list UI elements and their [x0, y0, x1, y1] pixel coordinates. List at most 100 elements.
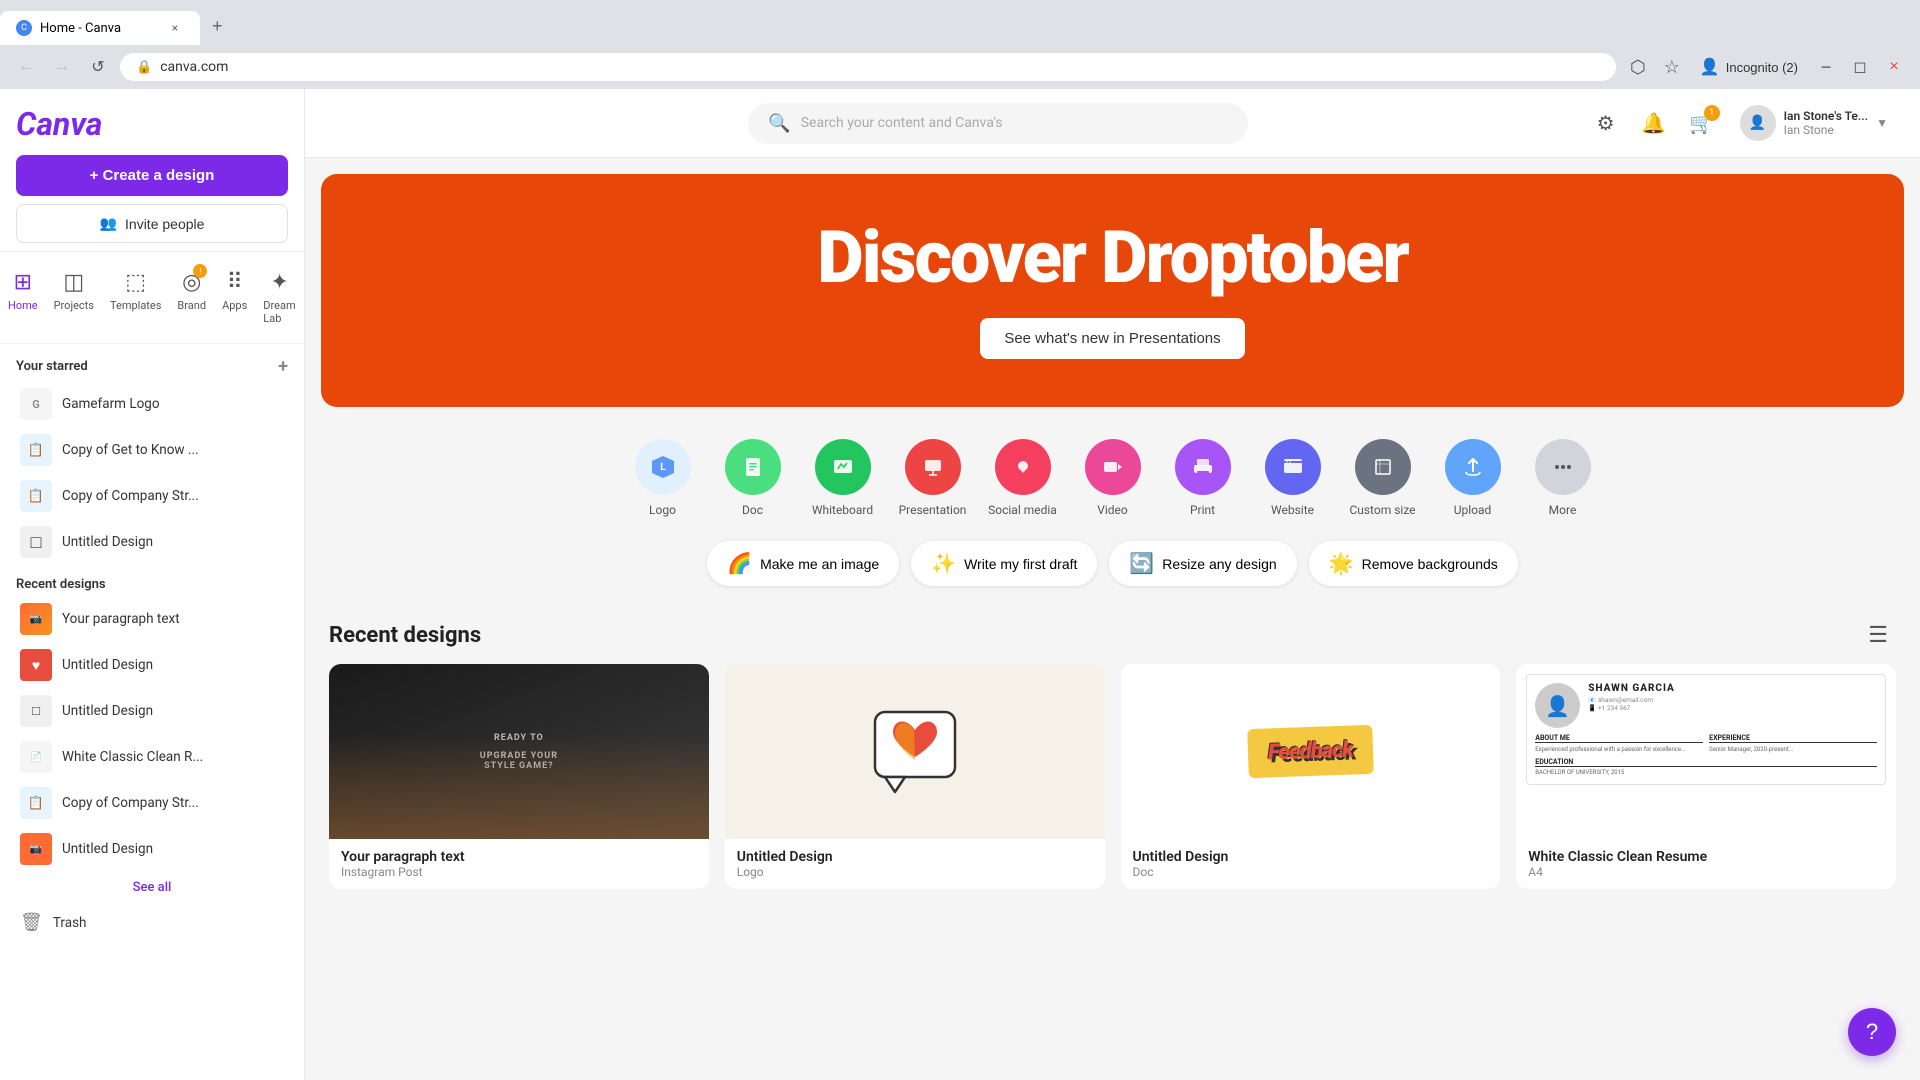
starred-item-gamefarm-icon: G	[20, 388, 52, 420]
recent-item-untitled1[interactable]: ♥ Untitled Design	[4, 643, 300, 687]
new-tab-button[interactable]: +	[204, 8, 231, 45]
cart-badge: 1	[1704, 105, 1720, 121]
sidebar-item-templates[interactable]: ⬚ Templates	[102, 260, 169, 335]
sidebar: Canva + Create a design 👥 Invite people …	[0, 89, 305, 1080]
recent-item-white-classic[interactable]: 📄 White Classic Clean R...	[4, 735, 300, 779]
quick-action-social-media[interactable]: Social media	[988, 439, 1058, 517]
quick-action-website-label: Website	[1271, 503, 1314, 517]
quick-action-whiteboard-label: Whiteboard	[812, 503, 873, 517]
quick-action-website[interactable]: Website	[1258, 439, 1328, 517]
search-bar[interactable]: 🔍 Search your content and Canva's	[748, 103, 1248, 144]
ai-write-draft-label: Write my first draft	[964, 556, 1077, 572]
main-header: 🔍 Search your content and Canva's ⚙ 🔔 🛒 …	[305, 89, 1920, 158]
recent-item-paragraph-icon: 📷	[20, 603, 52, 635]
quick-action-more[interactable]: More	[1528, 439, 1598, 517]
sidebar-item-home[interactable]: ⊞ Home	[0, 260, 46, 335]
settings-button[interactable]: ⚙	[1588, 105, 1624, 141]
extensions-button[interactable]: ⬡	[1624, 53, 1652, 81]
sidebar-nav: ⊞ Home ◫ Projects ⬚ Templates ◎ ! Brand …	[0, 251, 304, 344]
quick-action-whiteboard[interactable]: Whiteboard	[808, 439, 878, 517]
ai-prompts: 🌈 Make me an image ✨ Write my first draf…	[305, 533, 1920, 602]
invite-label: Invite people	[125, 216, 204, 232]
browser-profile-button[interactable]: 👤 Incognito (2)	[1692, 53, 1806, 81]
print-icon	[1175, 439, 1231, 495]
more-icon	[1535, 439, 1591, 495]
cart-button-wrap: 🛒 1	[1684, 105, 1720, 141]
help-fab-button[interactable]: ?	[1848, 1008, 1896, 1056]
quick-action-doc[interactable]: Doc	[718, 439, 788, 517]
recent-item-untitled2[interactable]: □ Untitled Design	[4, 689, 300, 733]
quick-action-print[interactable]: Print	[1168, 439, 1238, 517]
bookmark-button[interactable]: ☆	[1658, 53, 1686, 81]
upload-icon	[1445, 439, 1501, 495]
remove-bg-icon: 🌟	[1329, 551, 1354, 576]
recent-item-untitled3-label: Untitled Design	[62, 841, 284, 857]
nav-reload-button[interactable]: ↺	[84, 53, 112, 81]
sidebar-item-brand[interactable]: ◎ ! Brand	[169, 260, 214, 335]
nav-extras: ⬡ ☆ 👤 Incognito (2) − ◻ ×	[1624, 53, 1908, 81]
quick-actions: L Logo Doc Whiteboard Presenta	[305, 423, 1920, 533]
url-bar[interactable]: 🔒 canva.com	[120, 53, 1616, 81]
recent-item-untitled2-icon: □	[20, 695, 52, 727]
design-thumb-feedback: Feedback	[1121, 664, 1501, 839]
ai-write-draft-button[interactable]: ✨ Write my first draft	[911, 541, 1097, 586]
active-tab[interactable]: C Home - Canva ×	[0, 11, 200, 45]
design-card-feedback[interactable]: Feedback Untitled Design Doc	[1121, 664, 1501, 889]
sidebar-top: Canva + Create a design 👥 Invite people	[0, 89, 304, 251]
quick-action-video-label: Video	[1097, 503, 1128, 517]
recent-item-copy-company2[interactable]: 📋 Copy of Company Str...	[4, 781, 300, 825]
design-card-paragraph[interactable]: READY TO UPGRADE YOUR STYLE GAME? Your p…	[329, 664, 709, 889]
invite-people-button[interactable]: 👥 Invite people	[16, 204, 288, 243]
quick-action-upload[interactable]: Upload	[1438, 439, 1508, 517]
quick-action-custom-size[interactable]: Custom size	[1348, 439, 1418, 517]
starred-item-gamefarm[interactable]: G Gamefarm Logo	[4, 382, 300, 426]
sidebar-item-apps-label: Apps	[222, 299, 247, 312]
video-icon	[1085, 439, 1141, 495]
tab-close-button[interactable]: ×	[166, 19, 184, 37]
design-card-heart[interactable]: Untitled Design Logo	[725, 664, 1105, 889]
view-toggle-button[interactable]: ☰	[1860, 618, 1896, 652]
recent-item-white-classic-label: White Classic Clean R...	[62, 749, 284, 765]
design-card-resume[interactable]: 👤 SHAWN GARCIA 📧 shawn@email.com 📱 +1 23…	[1516, 664, 1896, 889]
sidebar-item-apps[interactable]: ⠿ Apps	[214, 260, 255, 335]
starred-item-copy-get-to-know[interactable]: 📋 Copy of Get to Know ...	[4, 428, 300, 472]
see-all-button[interactable]: See all	[0, 872, 304, 903]
starred-item-gamefarm-label: Gamefarm Logo	[62, 396, 284, 412]
quick-action-social-media-label: Social media	[988, 503, 1057, 517]
sidebar-item-dreamlab[interactable]: ✦ Dream Lab	[255, 260, 304, 335]
quick-action-logo[interactable]: L Logo	[628, 439, 698, 517]
quick-action-presentation[interactable]: Presentation	[898, 439, 968, 517]
profile-area[interactable]: 👤 Ian Stone's Te... Ian Stone ▼	[1732, 101, 1896, 145]
hero-banner: Discover Droptober See what's new in Pre…	[321, 174, 1904, 407]
starred-item-copy-get-to-know-label: Copy of Get to Know ...	[62, 442, 284, 458]
nav-forward-button[interactable]: →	[48, 53, 76, 81]
nav-back-button[interactable]: ←	[12, 53, 40, 81]
quick-action-video[interactable]: Video	[1078, 439, 1148, 517]
recent-item-paragraph[interactable]: 📷 Your paragraph text	[4, 597, 300, 641]
ai-remove-bg-button[interactable]: 🌟 Remove backgrounds	[1309, 541, 1518, 586]
ai-make-image-button[interactable]: 🌈 Make me an image	[707, 541, 899, 586]
maximize-button[interactable]: ◻	[1846, 53, 1874, 81]
design-name-resume: White Classic Clean Resume	[1528, 849, 1884, 865]
starred-item-untitled-icon: □	[20, 526, 52, 558]
website-icon	[1265, 439, 1321, 495]
notifications-button[interactable]: 🔔	[1636, 105, 1672, 141]
sidebar-item-projects[interactable]: ◫ Projects	[46, 260, 102, 335]
ai-resize-design-button[interactable]: 🔄 Resize any design	[1109, 541, 1296, 586]
tab-title: Home - Canva	[40, 21, 121, 36]
trash-item[interactable]: 🗑 Trash	[4, 904, 300, 941]
starred-item-untitled[interactable]: □ Untitled Design	[4, 520, 300, 564]
sidebar-item-templates-label: Templates	[110, 299, 161, 312]
recent-item-untitled3[interactable]: 📷 Untitled Design	[4, 827, 300, 871]
recent-designs-title: Recent designs	[329, 623, 481, 648]
brand-icon-wrap: ◎ !	[182, 270, 201, 295]
trash-icon: 🗑	[20, 912, 43, 933]
create-design-button[interactable]: + Create a design	[16, 155, 288, 196]
close-button[interactable]: ×	[1880, 53, 1908, 81]
starred-item-copy-company[interactable]: 📋 Copy of Company Str...	[4, 474, 300, 518]
hero-cta-button[interactable]: See what's new in Presentations	[980, 318, 1244, 359]
add-starred-button[interactable]: +	[278, 356, 288, 377]
design-info-feedback: Untitled Design Doc	[1121, 839, 1501, 889]
minimize-button[interactable]: −	[1812, 53, 1840, 81]
recent-section-title: Recent designs	[16, 577, 288, 592]
